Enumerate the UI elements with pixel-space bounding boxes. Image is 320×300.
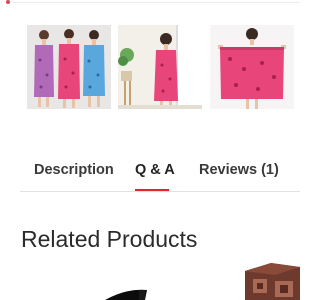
tab-reviews[interactable]: Reviews (1) [199, 162, 279, 178]
gallery-thumbnail-1[interactable] [27, 25, 111, 109]
gallery-thumbnail-3[interactable] [210, 25, 294, 109]
tabs-divider [20, 191, 300, 192]
tab-q-and-a[interactable]: Q & A [135, 162, 175, 178]
top-indicator-dot [6, 0, 10, 4]
top-divider [6, 2, 300, 3]
related-product-image-2[interactable] [241, 263, 300, 300]
product-photo-window [118, 25, 202, 109]
gallery-thumbnail-2[interactable] [118, 25, 202, 109]
product-tabs: Description Q & A Reviews (1) [20, 162, 300, 192]
related-products-heading: Related Products [21, 226, 198, 252]
tab-description[interactable]: Description [34, 162, 114, 178]
product-gallery-thumbnails [0, 25, 300, 109]
related-product-image-1[interactable] [105, 284, 165, 300]
product-photo-three-towels [27, 25, 111, 109]
related-product-photo-1 [105, 289, 147, 300]
related-product-photo-2 [245, 263, 300, 300]
product-photo-towel-open [210, 25, 294, 109]
